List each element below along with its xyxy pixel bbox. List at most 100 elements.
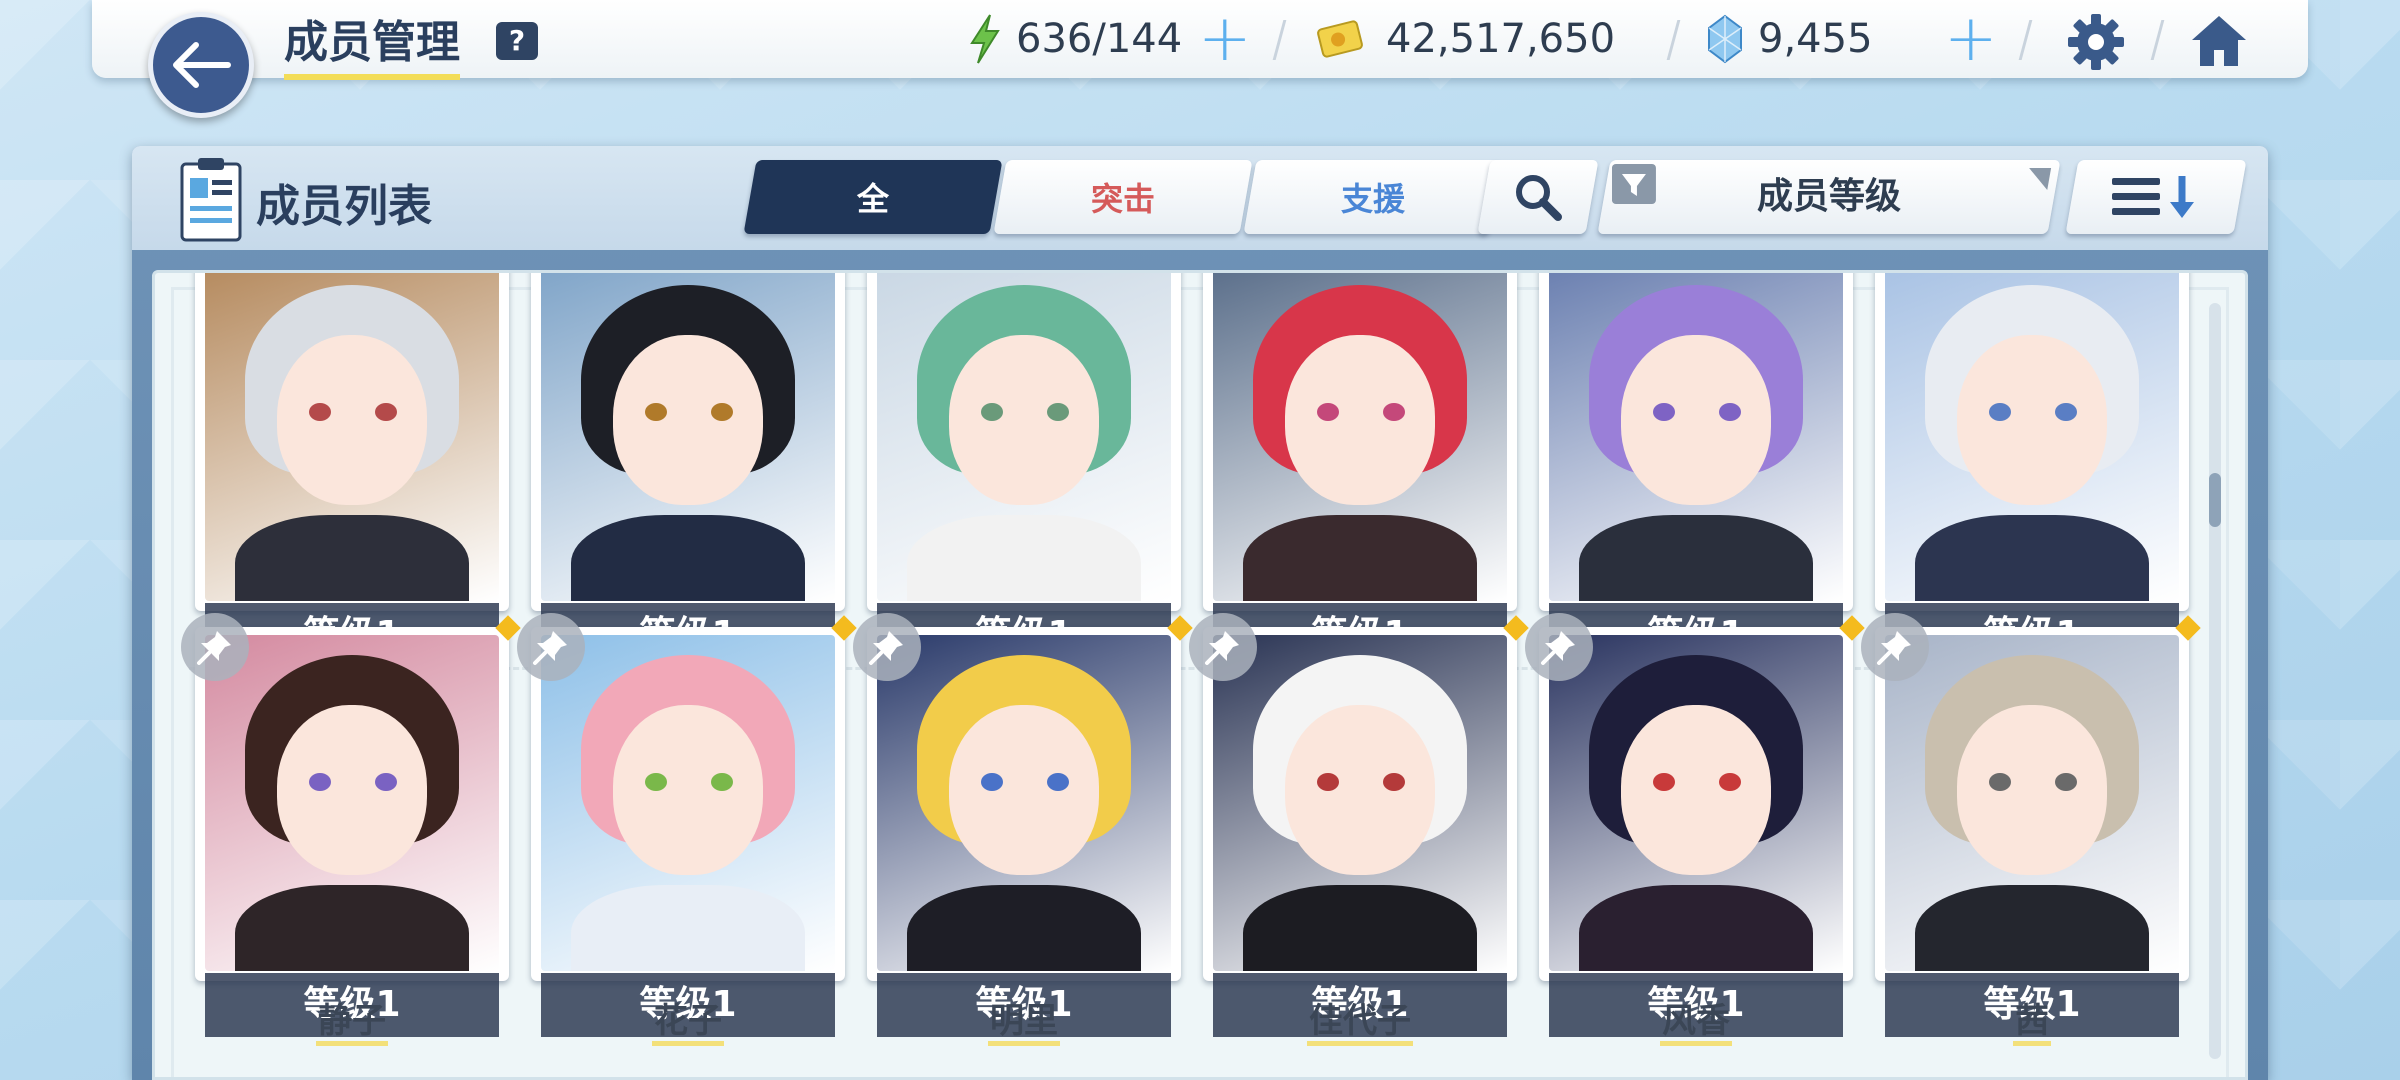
portrait-body xyxy=(907,515,1141,601)
student-name: 静子 xyxy=(195,993,509,1046)
pin-icon xyxy=(869,631,903,665)
back-button[interactable] xyxy=(148,12,254,118)
pin-icon xyxy=(533,631,567,665)
student-card[interactable]: 等级1绫音 xyxy=(531,273,845,677)
student-portrait xyxy=(1549,635,1843,971)
student-card[interactable]: 等级1歌原 xyxy=(1539,273,1853,677)
portrait-face xyxy=(1621,705,1771,875)
tab-striker[interactable]: 突击 xyxy=(993,160,1253,234)
scrollbar-thumb[interactable] xyxy=(2209,473,2221,527)
portrait-eye xyxy=(375,403,397,421)
student-name: 佳代子 xyxy=(1203,993,1517,1046)
portrait-eye xyxy=(1317,403,1339,421)
pin-button[interactable] xyxy=(517,613,585,681)
student-card[interactable]: 等级1 佳代子 xyxy=(1189,613,1529,1047)
ap-display: 636/144 xyxy=(968,12,1182,66)
sort-criteria-label: 成员等级 xyxy=(1756,176,1901,217)
sort-descending-icon xyxy=(2112,176,2194,218)
portrait-eye xyxy=(1989,403,2011,421)
portrait-eye xyxy=(309,403,331,421)
pin-button[interactable] xyxy=(1525,613,1593,681)
settings-button[interactable] xyxy=(2064,10,2128,74)
student-card[interactable]: 等级1纯子 xyxy=(1203,273,1517,677)
pin-button[interactable] xyxy=(181,613,249,681)
student-card[interactable]: 等级1 风香 xyxy=(1525,613,1865,1047)
portrait-face xyxy=(613,335,763,505)
portrait-eye xyxy=(1383,773,1405,791)
ap-add-button[interactable]: + xyxy=(1198,2,1252,76)
portrait-face xyxy=(1957,705,2107,875)
portrait-face xyxy=(277,335,427,505)
portrait-face xyxy=(1621,335,1771,505)
portrait-eye xyxy=(1383,403,1405,421)
student-card[interactable]: 等级1 花子 xyxy=(517,613,857,1047)
student-card[interactable]: 等级1 茜 xyxy=(1861,613,2201,1047)
arrow-left-icon xyxy=(173,42,231,88)
type-filter-tabs: 全 突击 支援 xyxy=(743,160,1503,234)
scrollbar[interactable] xyxy=(2209,303,2221,1059)
search-button[interactable] xyxy=(1477,160,1599,234)
portrait-eye xyxy=(2055,403,2077,421)
portrait-eye xyxy=(1989,773,2011,791)
portrait-body xyxy=(235,885,469,971)
student-name: 风香 xyxy=(1539,993,1853,1046)
student-card[interactable]: 等级1 静子 xyxy=(181,613,521,1047)
student-name-text: 茜 xyxy=(2013,1001,2051,1046)
portrait-body xyxy=(1579,515,1813,601)
portrait-face xyxy=(1957,335,2107,505)
portrait-body xyxy=(571,885,805,971)
sort-criteria-dropdown[interactable]: 成员等级 xyxy=(1597,160,2061,234)
portrait-eye xyxy=(1047,403,1069,421)
pyroxene-add-button[interactable]: + xyxy=(1944,7,1998,71)
home-icon xyxy=(2192,16,2246,66)
portrait-eye xyxy=(645,403,667,421)
portrait-eye xyxy=(981,773,1003,791)
portrait-eye xyxy=(1719,773,1741,791)
student-name-text: 静子 xyxy=(316,1001,388,1046)
portrait-eye xyxy=(2055,773,2077,791)
sort-order-button[interactable] xyxy=(2065,160,2247,234)
student-name-text: 花子 xyxy=(652,1001,724,1046)
plus-icon: + xyxy=(1198,2,1252,76)
student-portrait xyxy=(205,635,499,971)
credits-value: 42,517,650 xyxy=(1386,16,1616,62)
student-grid[interactable]: 等级1纱绫（便服）等级1绫音等级1红叶等级1纯子等级1歌原等级1桐乃等级1静子等… xyxy=(152,270,2248,1080)
member-list-panel: 成员列表 全 突击 支援 成员等级 等级1 静子 等级1 花子 等级1 明里 等… xyxy=(132,146,2268,1080)
portrait-body xyxy=(907,885,1141,971)
student-card[interactable]: 等级1 明里 xyxy=(853,613,1193,1047)
student-portrait xyxy=(205,273,499,601)
gear-icon xyxy=(2068,14,2124,70)
pyroxene-value: 9,455 xyxy=(1758,16,1873,62)
search-icon xyxy=(1516,175,1562,221)
tab-all[interactable]: 全 xyxy=(743,160,1003,234)
portrait-eye xyxy=(309,773,331,791)
pin-icon xyxy=(1205,631,1239,665)
student-portrait xyxy=(1885,273,2179,601)
home-button[interactable] xyxy=(2186,10,2252,72)
student-card[interactable]: 等级1纱绫（便服） xyxy=(195,273,509,677)
pyroxene-display: 9,455 xyxy=(1706,12,1873,66)
student-card[interactable]: 等级1桐乃 xyxy=(1875,273,2189,677)
tab-all-label: 全 xyxy=(856,180,889,218)
portrait-face xyxy=(949,705,1099,875)
pin-icon xyxy=(1541,631,1575,665)
portrait-eye xyxy=(1719,403,1741,421)
help-button[interactable]: ? xyxy=(496,22,538,60)
portrait-body xyxy=(1579,885,1813,971)
pin-button[interactable] xyxy=(1861,613,1929,681)
portrait-face xyxy=(949,335,1099,505)
portrait-body xyxy=(235,515,469,601)
portrait-body xyxy=(1243,515,1477,601)
page-title: 成员管理 xyxy=(284,6,460,80)
pin-button[interactable] xyxy=(853,613,921,681)
student-portrait xyxy=(1213,635,1507,971)
credits-display: 42,517,650 xyxy=(1316,12,1615,66)
portrait-body xyxy=(1915,885,2149,971)
student-portrait xyxy=(541,635,835,971)
member-list-icon xyxy=(176,156,246,248)
student-card[interactable]: 等级1红叶 xyxy=(867,273,1181,677)
tab-special[interactable]: 支援 xyxy=(1243,160,1503,234)
pin-button[interactable] xyxy=(1189,613,1257,681)
student-name-text: 风香 xyxy=(1660,1001,1732,1046)
student-name-text: 佳代子 xyxy=(1307,1001,1413,1046)
